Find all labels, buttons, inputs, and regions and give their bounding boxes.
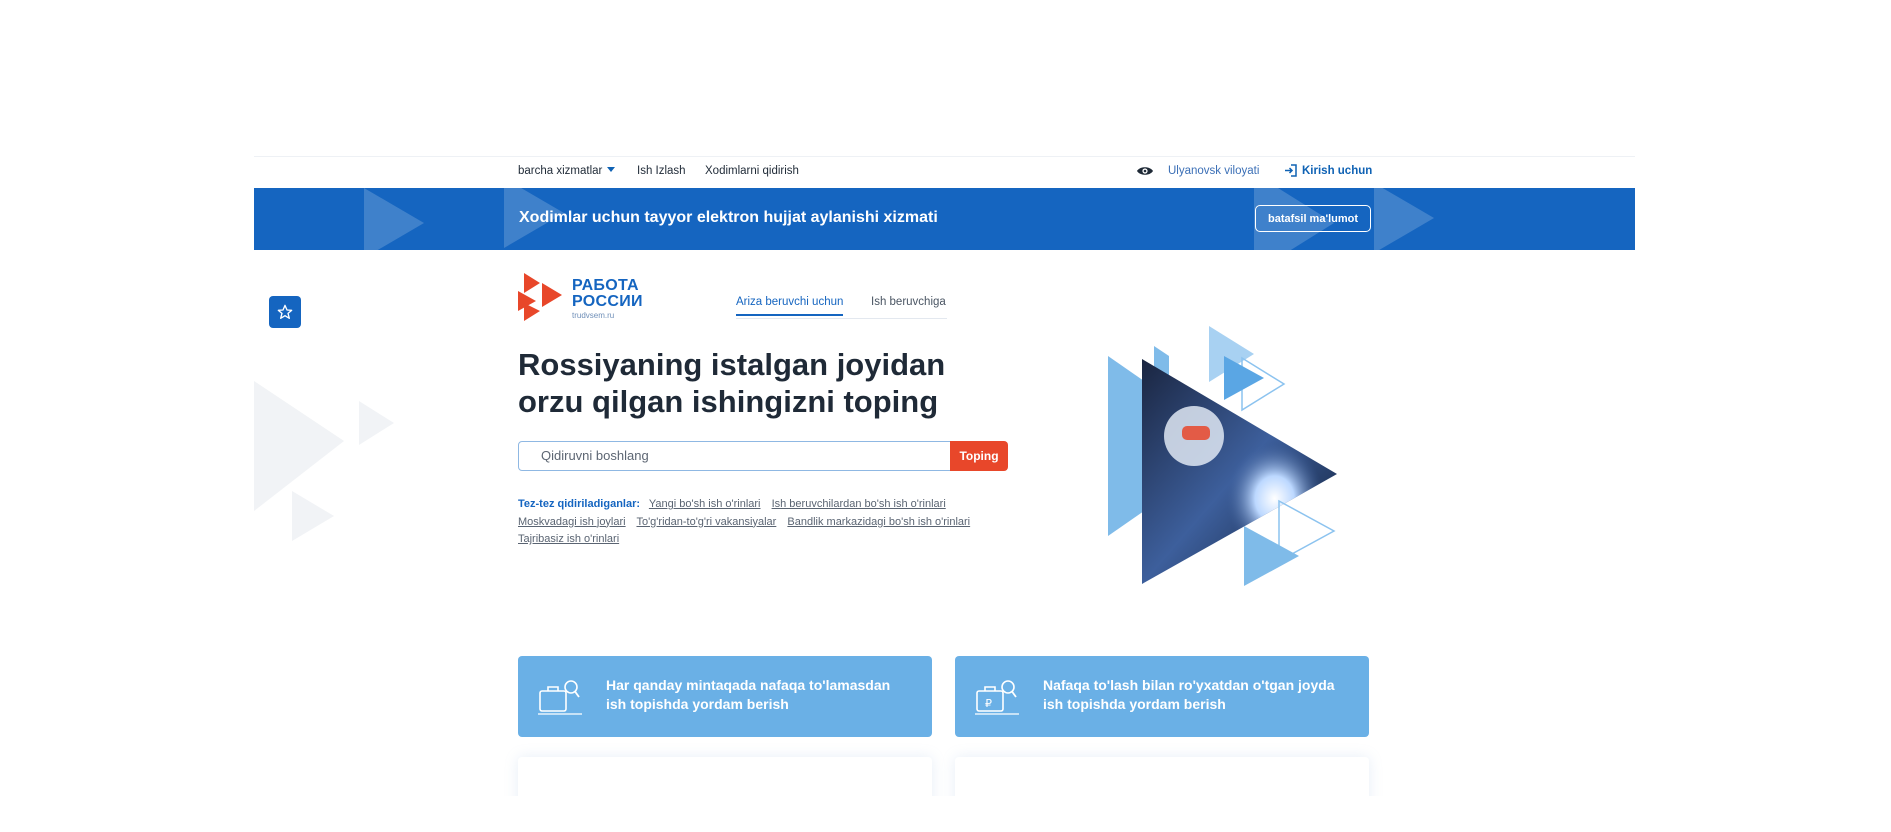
star-icon xyxy=(277,304,293,319)
login-label: Kirish uchun xyxy=(1302,164,1373,177)
frequent-link[interactable]: Tajribasiz ish o'rinlari xyxy=(518,533,619,545)
card-text: Nafaqa to'lash bilan ro'yxatdan o'tgan j… xyxy=(1043,677,1335,712)
promo-banner: Xodimlar uchun tayyor elektron hujjat ay… xyxy=(254,188,1635,250)
nav-job-search[interactable]: Ish Izlash xyxy=(637,165,686,177)
svg-text:₽: ₽ xyxy=(985,697,992,710)
frequent-link[interactable]: Yangi bo'sh ish o'rinlari xyxy=(649,498,761,510)
chevron-down-icon xyxy=(607,167,616,172)
favorites-button[interactable] xyxy=(269,296,301,328)
frequent-searches: Tez-tez qidiriladiganlar: Yangi bo'sh is… xyxy=(518,496,1018,549)
page-frame: barcha xizmatlar Ish Izlash Xodimlarni q… xyxy=(254,156,1635,796)
frequent-link[interactable]: To'g'ridan-to'g'ri vakansiyalar xyxy=(636,516,776,528)
nav-employee-search[interactable]: Xodimlarni qidirish xyxy=(705,165,799,177)
frequent-link[interactable]: Moskvadagi ish joylari xyxy=(518,516,626,528)
eye-icon[interactable] xyxy=(1136,164,1154,178)
all-services-menu[interactable]: barcha xizmatlar xyxy=(518,165,616,177)
card-text: Har qanday mintaqada nafaqa to'lamasdan … xyxy=(606,677,891,712)
service-card-no-benefit[interactable]: Har qanday mintaqada nafaqa to'lamasdan … xyxy=(518,656,932,737)
title-line-2: orzu qilgan ishingizni toping xyxy=(518,384,939,419)
title-line-1: Rossiyaning istalgan joyidan xyxy=(518,347,946,382)
service-card-placeholder xyxy=(518,757,932,796)
background-decoration xyxy=(254,381,394,541)
all-services-label: barcha xizmatlar xyxy=(518,165,603,177)
briefcase-ruble-search-icon: ₽ xyxy=(975,680,1019,715)
region-selector[interactable]: Ulyanovsk viloyati xyxy=(1168,165,1259,177)
search-button[interactable]: Toping xyxy=(950,441,1008,471)
search-input[interactable]: Qidiruvni boshlang xyxy=(518,441,951,471)
service-card-placeholder xyxy=(955,757,1369,796)
frequent-searches-label: Tez-tez qidiriladiganlar: xyxy=(518,498,641,510)
login-icon xyxy=(1285,164,1297,177)
more-info-button[interactable]: batafsil ma'lumot xyxy=(1255,205,1371,232)
banner-title: Xodimlar uchun tayyor elektron hujjat ay… xyxy=(519,209,938,226)
top-nav: barcha xizmatlar Ish Izlash Xodimlarni q… xyxy=(254,156,1635,189)
page-title: Rossiyaning istalgan joyidan orzu qilgan… xyxy=(518,346,1038,420)
welder-illustration xyxy=(1108,326,1337,586)
briefcase-search-icon xyxy=(538,680,582,715)
rabota-rossii-logo[interactable]: РАБОТА РОССИИ trudvsem.ru xyxy=(518,271,668,321)
service-card-with-benefit[interactable]: ₽ Nafaqa to'lash bilan ro'yxatdan o'tgan… xyxy=(955,656,1369,737)
tabs-divider xyxy=(736,318,947,319)
logo-mark-icon xyxy=(518,273,562,321)
logo-site: trudvsem.ru xyxy=(572,311,615,320)
login-link[interactable]: Kirish uchun xyxy=(1284,164,1372,177)
tab-employer[interactable]: Ish beruvchiga xyxy=(871,296,946,314)
frequent-link[interactable]: Ish beruvchilardan bo'sh ish o'rinlari xyxy=(772,498,946,510)
frequent-link[interactable]: Bandlik markazidagi bo'sh ish o'rinlari xyxy=(787,516,970,528)
tab-applicant[interactable]: Ariza beruvchi uchun xyxy=(736,296,844,316)
logo-line-2: РОССИИ xyxy=(572,293,643,310)
